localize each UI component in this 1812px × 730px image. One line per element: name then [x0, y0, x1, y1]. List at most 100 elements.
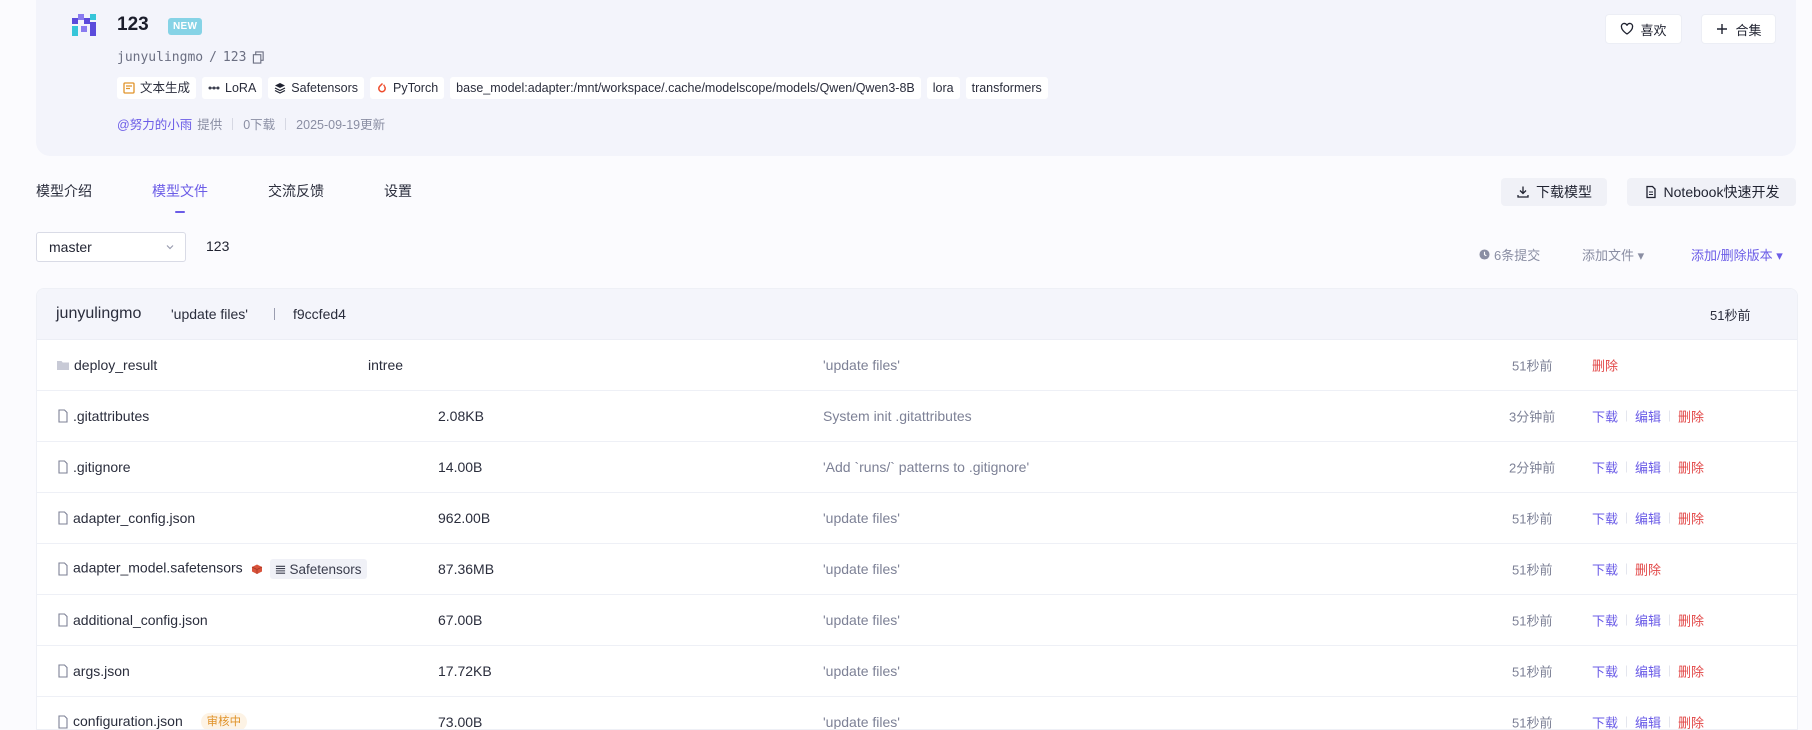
file-size: 17.72KB — [438, 663, 492, 679]
owner-link[interactable]: junyulingmo — [117, 50, 203, 65]
table-row[interactable]: args.json 17.72KB 'update files' 51秒前 下载… — [37, 646, 1797, 697]
download-button[interactable]: 下载 — [1592, 407, 1618, 426]
update-date: 2025-09-19更新 — [296, 114, 385, 133]
file-actions: 下载 编辑 删除 — [1592, 407, 1704, 426]
notebook-button[interactable]: Notebook快速开发 — [1627, 178, 1796, 206]
download-model-button[interactable]: 下载模型 — [1501, 178, 1607, 206]
model-path: junyulingmo / 123 — [117, 50, 265, 65]
commit-time: 51秒前 — [1710, 305, 1750, 324]
file-icon — [56, 715, 70, 729]
file-time: 3分钟前 — [1509, 407, 1555, 426]
download-button[interactable]: 下载 — [1592, 509, 1618, 528]
tag-lora-lower[interactable]: lora — [927, 77, 960, 99]
delete-button[interactable]: 删除 — [1678, 407, 1704, 426]
edit-button[interactable]: 编辑 — [1635, 713, 1661, 730]
tab-model-intro[interactable]: 模型介绍 — [36, 181, 92, 201]
delete-button[interactable]: 删除 — [1678, 611, 1704, 630]
file-size: intree — [368, 357, 403, 373]
download-button[interactable]: 下载 — [1592, 458, 1618, 477]
file-name[interactable]: args.json — [73, 663, 130, 679]
commits-link[interactable]: 6条提交 — [1479, 245, 1540, 264]
collect-button[interactable]: 合集 — [1701, 14, 1776, 44]
table-row[interactable]: .gitignore 14.00B 'Add `runs/` patterns … — [37, 442, 1797, 493]
tag-transformers[interactable]: transformers — [966, 77, 1048, 99]
edit-button[interactable]: 编辑 — [1635, 407, 1661, 426]
edit-button[interactable]: 编辑 — [1635, 662, 1661, 681]
tab-model-files[interactable]: 模型文件 — [152, 181, 208, 201]
table-row[interactable]: adapter_model.safetensors Safetensors 87… — [37, 544, 1797, 595]
file-name[interactable]: configuration.json — [73, 713, 183, 729]
model-tags: 文本生成 LoRA Safetensors PyTorch base_model… — [117, 77, 1048, 99]
download-button[interactable]: 下载 — [1592, 560, 1618, 579]
manage-versions-dropdown[interactable]: 添加/删除版本 ▾ — [1691, 245, 1783, 264]
tag-base-model[interactable]: base_model:adapter:/mnt/workspace/.cache… — [450, 77, 921, 99]
table-row[interactable]: adapter_config.json 962.00B 'update file… — [37, 493, 1797, 544]
divider — [232, 118, 233, 130]
divider — [1669, 513, 1670, 524]
table-row[interactable]: additional_config.json 67.00B 'update fi… — [37, 595, 1797, 646]
divider — [1626, 462, 1627, 473]
delete-button[interactable]: 删除 — [1678, 458, 1704, 477]
file-commit-message: 'Add `runs/` patterns to .gitignore' — [823, 459, 1029, 475]
tab-settings[interactable]: 设置 — [384, 181, 412, 201]
file-name[interactable]: .gitattributes — [73, 408, 149, 424]
file-actions: 下载 删除 — [1592, 560, 1661, 579]
edit-button[interactable]: 编辑 — [1635, 458, 1661, 477]
table-row[interactable]: configuration.json 审核中 73.00B 'update fi… — [37, 697, 1797, 730]
table-row[interactable]: deploy_result intree 'update files' 51秒前… — [37, 340, 1797, 391]
commit-hash[interactable]: f9ccfed4 — [293, 306, 346, 322]
file-icon — [56, 562, 70, 576]
file-name-cell: adapter_model.safetensors Safetensors — [73, 559, 367, 579]
lora-icon — [208, 82, 220, 94]
repo-label: 123 — [206, 238, 229, 254]
delete-button[interactable]: 删除 — [1678, 662, 1704, 681]
file-time: 51秒前 — [1512, 356, 1552, 375]
download-button[interactable]: 下载 — [1592, 713, 1618, 730]
file-size: 962.00B — [438, 510, 490, 526]
heart-icon — [1620, 22, 1634, 36]
download-button[interactable]: 下载 — [1592, 662, 1618, 681]
download-button[interactable]: 下载 — [1592, 611, 1618, 630]
add-file-dropdown[interactable]: 添加文件 ▾ — [1582, 245, 1644, 264]
file-actions: 下载 编辑 删除 — [1592, 611, 1704, 630]
branch-select[interactable]: master — [36, 232, 186, 262]
file-name[interactable]: adapter_model.safetensors — [73, 560, 243, 576]
download-icon — [1516, 185, 1530, 199]
safetensors-badge[interactable]: Safetensors — [270, 559, 366, 579]
file-name[interactable]: .gitignore — [73, 459, 131, 475]
author-link[interactable]: @努力的小雨 — [117, 114, 192, 133]
repo-name: 123 — [223, 50, 246, 65]
table-row[interactable]: .gitattributes 2.08KB System init .gitat… — [37, 391, 1797, 442]
file-commit-message: 'update files' — [823, 663, 900, 679]
brick-icon — [251, 563, 263, 575]
file-table: junyulingmo 'update files' f9ccfed4 51秒前… — [36, 288, 1798, 730]
edit-button[interactable]: 编辑 — [1635, 509, 1661, 528]
file-actions: 删除 — [1592, 356, 1618, 375]
file-icon — [56, 460, 70, 474]
divider — [1626, 411, 1627, 422]
like-button[interactable]: 喜欢 — [1605, 14, 1682, 44]
file-commit-message: System init .gitattributes — [823, 408, 972, 424]
divider — [1669, 666, 1670, 677]
tag-text-generation[interactable]: 文本生成 — [117, 77, 196, 99]
tag-safetensors[interactable]: Safetensors — [268, 77, 364, 99]
copy-icon[interactable] — [252, 51, 265, 64]
commit-message: 'update files' — [171, 306, 248, 322]
file-name[interactable]: deploy_result — [74, 357, 157, 373]
delete-button[interactable]: 删除 — [1592, 356, 1618, 375]
tab-discussion[interactable]: 交流反馈 — [268, 181, 324, 201]
tag-pytorch[interactable]: PyTorch — [370, 77, 444, 99]
delete-button[interactable]: 删除 — [1678, 713, 1704, 730]
divider — [1626, 564, 1627, 575]
delete-button[interactable]: 删除 — [1678, 509, 1704, 528]
tag-lora[interactable]: LoRA — [202, 77, 262, 99]
file-commit-message: 'update files' — [823, 612, 900, 628]
file-name[interactable]: additional_config.json — [73, 612, 208, 628]
file-name[interactable]: adapter_config.json — [73, 510, 195, 526]
delete-button[interactable]: 删除 — [1635, 560, 1661, 579]
model-tabs: 模型介绍 模型文件 交流反馈 设置 — [36, 181, 472, 201]
edit-button[interactable]: 编辑 — [1635, 611, 1661, 630]
pytorch-icon — [376, 82, 388, 94]
commit-author[interactable]: junyulingmo — [56, 305, 141, 323]
divider — [1626, 513, 1627, 524]
